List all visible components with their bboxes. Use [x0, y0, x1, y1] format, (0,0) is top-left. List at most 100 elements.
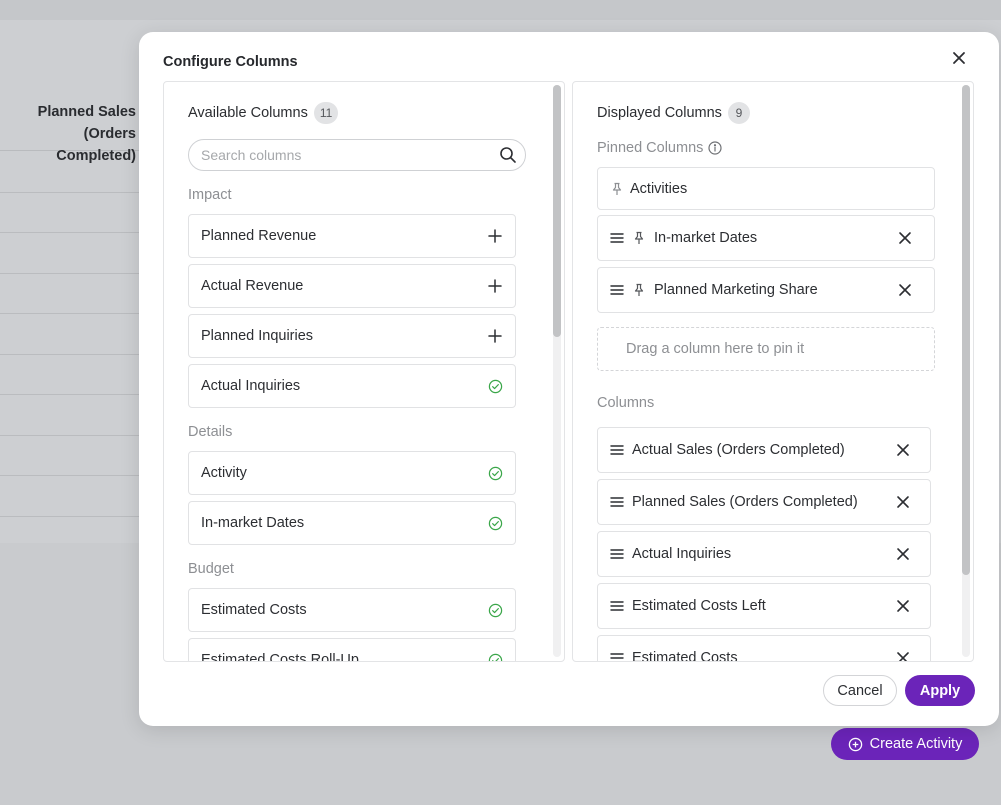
- item-label: Estimated Costs Roll-Up: [201, 652, 359, 662]
- table-rows: [0, 152, 150, 517]
- table-row: [0, 355, 150, 395]
- displayed-column-row[interactable]: Planned Sales (Orders Completed): [597, 479, 931, 525]
- table-row: [0, 314, 150, 355]
- item-label: In-market Dates: [201, 515, 305, 531]
- remove-icon[interactable]: [896, 547, 910, 561]
- displayed-scrollbar[interactable]: [962, 85, 970, 657]
- drag-handle-icon[interactable]: [610, 651, 624, 662]
- pinned-columns-label: Pinned Columns: [597, 140, 723, 156]
- plus-circle-icon: [848, 737, 862, 751]
- column-label: Estimated Costs Left: [632, 598, 766, 614]
- displayed-columns-pane: Displayed Columns 9 Pinned Columns Activ…: [572, 81, 974, 662]
- drag-handle-icon[interactable]: [610, 599, 624, 613]
- close-button[interactable]: [949, 48, 969, 68]
- pin-icon: [612, 182, 622, 195]
- displayed-column-row[interactable]: Estimated Costs Left: [597, 583, 931, 629]
- remove-icon[interactable]: [896, 443, 910, 457]
- header-line-1: Planned Sales: [37, 104, 136, 120]
- drag-handle-icon[interactable]: [610, 231, 624, 245]
- displayed-column-row[interactable]: Actual Inquiries: [597, 531, 931, 577]
- displayed-columns-title: Displayed Columns: [597, 105, 722, 121]
- item-label: Planned Inquiries: [201, 328, 314, 344]
- available-item-planned-inquiries[interactable]: Planned Inquiries: [188, 314, 516, 358]
- drag-handle-icon[interactable]: [610, 283, 624, 297]
- close-icon: [953, 52, 965, 64]
- table-column-header: Planned Sales (Orders Completed): [0, 93, 150, 164]
- item-label: Actual Revenue: [201, 278, 304, 294]
- available-item-in-market-dates[interactable]: In-market Dates: [188, 501, 516, 545]
- drag-handle-icon[interactable]: [610, 547, 624, 561]
- available-scrollbar[interactable]: [553, 85, 561, 657]
- available-item-actual-inquiries[interactable]: Actual Inquiries: [188, 364, 516, 408]
- available-columns-pane: Available Columns 11 Impact Planned Reve…: [163, 81, 565, 662]
- available-item-actual-revenue[interactable]: Actual Revenue: [188, 264, 516, 308]
- scroll-thumb[interactable]: [553, 85, 561, 337]
- available-item-planned-revenue[interactable]: Planned Revenue: [188, 214, 516, 258]
- pin-icon: [634, 231, 644, 244]
- remove-icon[interactable]: [898, 231, 912, 245]
- item-label: Actual Inquiries: [201, 378, 301, 394]
- available-columns-title: Available Columns: [188, 105, 308, 121]
- plus-icon[interactable]: [487, 328, 503, 344]
- table-row: [0, 152, 150, 193]
- table-row: [0, 436, 150, 476]
- scroll-thumb[interactable]: [962, 85, 970, 575]
- drag-handle-icon[interactable]: [610, 495, 624, 509]
- table-row: [0, 476, 150, 517]
- plus-icon[interactable]: [487, 228, 503, 244]
- remove-icon[interactable]: [896, 495, 910, 509]
- create-activity-button[interactable]: Create Activity: [831, 728, 979, 760]
- check-circle-icon: [487, 465, 503, 481]
- check-circle-icon: [487, 652, 503, 661]
- columns-section-label: Columns: [597, 395, 655, 411]
- column-label: Planned Sales (Orders Completed): [632, 494, 858, 510]
- pin-drop-zone[interactable]: Drag a column here to pin it: [597, 327, 935, 371]
- pinned-item-in-market-dates[interactable]: In-market Dates: [597, 215, 935, 261]
- item-label: Activity: [201, 465, 247, 481]
- configure-columns-modal: Configure Columns Available Columns 11 I…: [139, 32, 999, 726]
- pinned-item-label: Activities: [630, 180, 688, 197]
- table-row: [0, 395, 150, 436]
- info-icon[interactable]: [708, 141, 723, 155]
- app-top-bar: [0, 0, 1001, 20]
- pinned-columns-text: Pinned Columns: [597, 140, 704, 156]
- check-circle-icon: [487, 602, 503, 618]
- displayed-count-badge: 9: [727, 102, 750, 124]
- group-label-impact: Impact: [188, 187, 232, 203]
- check-circle-icon: [487, 378, 503, 394]
- available-columns-header: Available Columns 11: [188, 102, 339, 124]
- displayed-column-row[interactable]: Actual Sales (Orders Completed): [597, 427, 931, 473]
- item-label: Planned Revenue: [201, 228, 317, 244]
- plus-icon[interactable]: [487, 278, 503, 294]
- available-item-activity[interactable]: Activity: [188, 451, 516, 495]
- apply-button[interactable]: Apply: [905, 675, 975, 706]
- search-columns-input[interactable]: [188, 139, 526, 171]
- table-row: [0, 193, 150, 233]
- pinned-item-label: In-market Dates: [654, 230, 758, 246]
- modal-title: Configure Columns: [163, 54, 298, 70]
- remove-icon[interactable]: [896, 651, 910, 662]
- search-icon[interactable]: [499, 146, 517, 164]
- pin-icon: [634, 283, 644, 296]
- column-label: Estimated Costs: [632, 650, 738, 662]
- drag-handle-icon[interactable]: [610, 443, 624, 457]
- available-item-estimated-costs[interactable]: Estimated Costs: [188, 588, 516, 632]
- displayed-column-row[interactable]: Estimated Costs: [597, 635, 931, 662]
- available-item-estimated-costs-roll-up[interactable]: Estimated Costs Roll-Up: [188, 638, 516, 662]
- table-row: [0, 274, 150, 314]
- cancel-button[interactable]: Cancel: [823, 675, 897, 706]
- available-count-badge: 11: [313, 102, 339, 124]
- table-row: [0, 233, 150, 274]
- group-label-budget: Budget: [188, 561, 234, 577]
- column-label: Actual Inquiries: [632, 546, 732, 562]
- remove-icon[interactable]: [898, 283, 912, 297]
- pinned-item-label: Planned Marketing Share: [654, 282, 818, 298]
- displayed-columns-header: Displayed Columns 9: [597, 102, 750, 124]
- check-circle-icon: [487, 515, 503, 531]
- pinned-item-activities: Activities: [597, 167, 935, 210]
- pinned-item-planned-marketing-share[interactable]: Planned Marketing Share: [597, 267, 935, 313]
- group-label-details: Details: [188, 424, 233, 440]
- remove-icon[interactable]: [896, 599, 910, 613]
- create-activity-label: Create Activity: [869, 736, 963, 752]
- item-label: Estimated Costs: [201, 602, 307, 618]
